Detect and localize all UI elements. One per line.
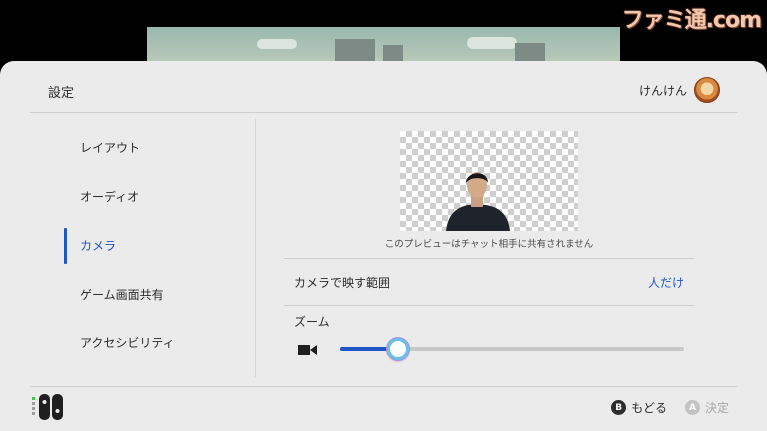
zoom-slider-thumb[interactable] — [387, 338, 410, 360]
b-button-icon: B — [611, 400, 627, 415]
person-silhouette — [446, 172, 510, 231]
zoom-label: ズーム — [294, 315, 330, 329]
preview-note: このプレビューはチャット相手に共有されません — [384, 239, 594, 250]
sidebar-item-game-screen-share[interactable]: ゲーム画面共有 — [80, 285, 164, 305]
zoom-slider[interactable] — [340, 338, 684, 360]
back-label: もどる — [631, 401, 667, 415]
video-camera-icon — [298, 345, 317, 355]
confirm-label: 決定 — [704, 401, 729, 415]
confirm-hint[interactable]: A 決定 — [684, 399, 729, 416]
joycon-controller-icon — [32, 394, 63, 420]
row-divider — [284, 258, 694, 259]
back-hint[interactable]: B もどる — [611, 399, 667, 416]
camera-preview — [400, 131, 578, 231]
camera-range-label[interactable]: カメラで映す範囲 — [294, 274, 390, 291]
a-button-icon: A — [684, 400, 700, 415]
footer-divider — [30, 386, 737, 387]
avatar[interactable] — [694, 77, 720, 103]
sidebar-divider — [255, 119, 256, 377]
camera-range-value[interactable]: 人だけ — [648, 274, 684, 291]
sidebar-item-accessibility[interactable]: アクセシビリティ — [80, 333, 175, 353]
watermark-logo: ファミ通.com — [621, 8, 762, 33]
row-divider — [284, 305, 694, 306]
sidebar-item-layout[interactable]: レイアウト — [80, 138, 140, 158]
user-name: けんけん — [638, 84, 687, 98]
sidebar-item-camera[interactable]: カメラ — [80, 236, 116, 256]
page-title: 設定 — [48, 86, 75, 101]
active-indicator — [64, 228, 67, 264]
sidebar-item-audio[interactable]: オーディオ — [80, 187, 139, 207]
settings-panel: 設定 けんけん レイアウト オーディオ カメラ ゲーム画面共有 アクセシビリティ… — [0, 61, 767, 431]
